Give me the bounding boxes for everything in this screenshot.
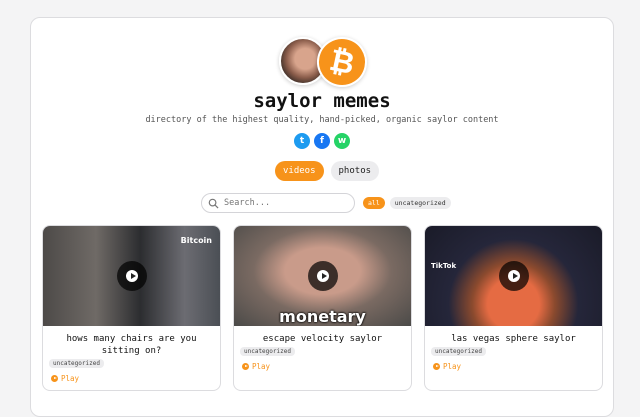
video-card[interactable]: Bitcoin hows many chairs are you sitting…	[42, 225, 221, 391]
play-label: Play	[443, 362, 462, 371]
video-title: hows many chairs are you sitting on?	[66, 334, 197, 356]
video-card[interactable]: monetary escape velocity saylor uncatego…	[233, 225, 412, 391]
play-triangle-icon	[130, 273, 136, 279]
filter-all[interactable]: all	[363, 197, 385, 209]
video-grid: Bitcoin hows many chairs are you sitting…	[42, 225, 603, 391]
share-buttons: t f w	[294, 133, 350, 149]
video-card[interactable]: TikTok las vegas sphere saylor uncategor…	[424, 225, 603, 391]
page-subtitle: directory of the highest quality, hand-p…	[145, 115, 499, 125]
tab-videos[interactable]: videos	[275, 161, 324, 181]
play-triangle-icon	[321, 273, 327, 279]
search-input[interactable]	[224, 198, 344, 208]
play-circle-icon	[51, 375, 58, 382]
play-link[interactable]: Play	[242, 362, 270, 371]
video-title: las vegas sphere saylor	[451, 334, 576, 344]
whatsapp-share-button[interactable]: w	[334, 133, 350, 149]
play-triangle-icon	[512, 273, 518, 279]
category-filters: all uncategorized	[363, 197, 451, 209]
video-thumbnail[interactable]: Bitcoin	[43, 226, 220, 326]
play-circle-icon	[242, 363, 249, 370]
header-avatars: ₿	[279, 32, 372, 92]
video-title: escape velocity saylor	[262, 334, 383, 344]
video-tag[interactable]: uncategorized	[240, 347, 295, 356]
play-link[interactable]: Play	[433, 362, 461, 371]
play-circle-icon	[433, 363, 440, 370]
play-label: Play	[61, 374, 80, 383]
thumbnail-overlay-text: TikTok	[431, 262, 457, 270]
thumbnail-caption: monetary	[279, 307, 366, 326]
video-thumbnail[interactable]: TikTok	[425, 226, 602, 326]
video-thumbnail[interactable]: monetary	[234, 226, 411, 326]
filter-uncategorized[interactable]: uncategorized	[389, 197, 451, 209]
tab-photos[interactable]: photos	[330, 161, 380, 181]
video-tag[interactable]: uncategorized	[49, 359, 104, 368]
search-box[interactable]	[201, 193, 355, 213]
play-label: Play	[252, 362, 271, 371]
facebook-share-button[interactable]: f	[314, 133, 330, 149]
video-tag[interactable]: uncategorized	[431, 347, 486, 356]
bitcoin-logo-icon: ₿	[312, 32, 372, 92]
search-icon	[208, 198, 219, 209]
media-tabs: videos photos	[275, 161, 380, 181]
twitter-share-button[interactable]: t	[294, 133, 310, 149]
page-title: saylor memes	[253, 90, 391, 112]
play-link[interactable]: Play	[51, 374, 79, 383]
thumbnail-overlay-text: Bitcoin	[180, 236, 212, 245]
main-panel: ₿ saylor memes directory of the highest …	[30, 17, 614, 417]
